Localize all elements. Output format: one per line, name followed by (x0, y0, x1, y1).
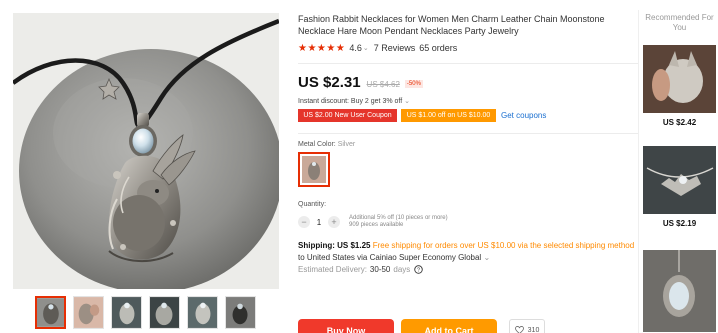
divider (298, 133, 638, 134)
orders-count: 65 orders (419, 43, 458, 53)
discount-badge: -50% (404, 80, 423, 88)
thumbnail-4[interactable] (149, 296, 180, 329)
quantity-plus-button[interactable]: + (328, 216, 340, 228)
instant-discount-text: Instant discount: Buy 2 get 3% off (298, 98, 403, 105)
shipping-label: Shipping: (298, 241, 335, 250)
add-to-cart-button[interactable]: Add to Cart (401, 319, 497, 333)
quantity-stepper: − 1 + Additional 5% off (10 pieces or mo… (298, 213, 638, 231)
reviews-link[interactable]: 7 Reviews (374, 43, 416, 53)
stock-available: 909 pieces available (349, 222, 404, 228)
thumbnail-5[interactable] (187, 296, 218, 329)
svg-text:?: ? (417, 268, 420, 274)
new-user-coupon[interactable]: US $2.00 New User Coupon (298, 109, 397, 122)
buy-now-button[interactable]: Buy Now (298, 319, 394, 333)
shipping-price: US $1.25 (337, 241, 371, 250)
store-coupon[interactable]: US $1.00 off on US $10.00 (401, 109, 496, 122)
recommended-panel: Recommended For You US $2.42 US $2.19 (641, 13, 718, 332)
quantity-input[interactable]: 1 (310, 218, 328, 227)
original-price: US $4.62 (366, 80, 400, 89)
action-buttons: Buy Now Add to Cart 310 (298, 319, 545, 333)
thumbnail-3[interactable] (111, 296, 142, 329)
rating-row: ★★★★★ 4.6 ⌄ 7 Reviews 65 orders (298, 41, 638, 55)
metal-color-value: Silver (337, 141, 356, 148)
quantity-note: Additional 5% off (10 pieces or more) 90… (349, 215, 448, 229)
recommended-price-1: US $2.42 (662, 118, 697, 127)
delivery-days: 30-50 (369, 265, 391, 274)
chevron-down-icon[interactable]: ⌄ (363, 44, 369, 52)
recommended-image-3 (643, 250, 716, 332)
bulk-discount-note: Additional 5% off (10 pieces or more) (349, 215, 448, 221)
color-swatch-silver[interactable] (298, 152, 330, 187)
product-title: Fashion Rabbit Necklaces for Women Men C… (298, 14, 605, 36)
recommended-image-1 (643, 45, 716, 113)
recommended-price-2: US $2.19 (662, 219, 697, 228)
chevron-down-icon: ⌄ (483, 253, 491, 262)
estimated-delivery: Estimated Delivery: 30-50 days ? (298, 265, 638, 274)
thumbnail-6[interactable] (225, 296, 256, 329)
quantity-minus-button[interactable]: − (298, 216, 310, 228)
chevron-down-icon: ⌄ (404, 98, 410, 105)
product-info: Fashion Rabbit Necklaces for Women Men C… (298, 13, 638, 333)
shipping-info: Shipping: US $1.25 Free shipping for ord… (298, 241, 638, 251)
recommended-image-2 (643, 146, 716, 214)
heart-icon (514, 326, 524, 333)
delivery-label: Estimated Delivery: (298, 265, 367, 274)
recommended-header: Recommended For You (645, 13, 714, 32)
current-price: US $2.31 (298, 74, 361, 91)
column-divider (638, 10, 639, 333)
metal-color-title: Metal Color: (298, 141, 336, 148)
question-circle-icon[interactable]: ? (414, 265, 424, 274)
delivery-unit: days (393, 265, 411, 274)
quantity-label: Quantity: (298, 201, 327, 208)
instant-discount[interactable]: Instant discount: Buy 2 get 3% off ⌄ (298, 97, 638, 105)
rating-value: 4.6 (349, 43, 362, 53)
shipping-method-text: to United States via Cainiao Super Econo… (298, 253, 482, 262)
shipping-method[interactable]: to United States via Cainiao Super Econo… (298, 253, 638, 262)
metal-color-label: Metal Color: Silver (298, 141, 638, 148)
recommended-item-1[interactable]: US $2.42 (641, 45, 718, 127)
get-coupons-link[interactable]: Get coupons (501, 111, 546, 120)
coupon-row: US $2.00 New User Coupon US $1.00 off on… (298, 109, 638, 122)
wishlist-button[interactable]: 310 (509, 319, 545, 333)
thumbnail-2[interactable] (73, 296, 104, 329)
free-shipping-note: Free shipping for orders over US $10.00 … (372, 241, 635, 250)
thumbnail-1[interactable] (35, 296, 66, 329)
recommended-item-3[interactable] (641, 250, 718, 332)
necklace-photo (13, 13, 279, 289)
wishlist-count: 310 (527, 326, 540, 333)
divider (298, 63, 638, 64)
product-page: Fashion Rabbit Necklaces for Women Men C… (0, 0, 718, 333)
star-rating: ★★★★★ (298, 42, 346, 54)
price-row: US $2.31 US $4.62 -50% (298, 74, 638, 91)
main-product-image[interactable] (13, 13, 279, 289)
recommended-item-2[interactable]: US $2.19 (641, 146, 718, 228)
